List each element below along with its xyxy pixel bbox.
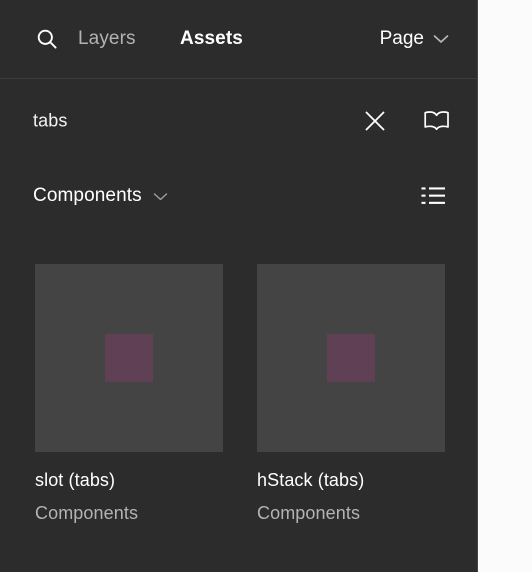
list-view-icon[interactable]	[419, 181, 449, 211]
book-icon[interactable]	[421, 105, 453, 137]
asset-card[interactable]: hStack (tabs) Components	[257, 264, 445, 524]
tab-layers-label: Layers	[78, 28, 136, 49]
chevron-down-icon	[433, 35, 449, 43]
asset-thumbnail[interactable]	[257, 264, 445, 452]
tab-layers[interactable]: Layers	[78, 28, 136, 50]
section-header: Components	[0, 163, 477, 229]
close-icon[interactable]	[359, 105, 391, 137]
section-components-toggle[interactable]: Components	[33, 185, 168, 207]
list-view-icon-glyph	[421, 187, 445, 204]
canvas-area[interactable]	[479, 0, 532, 572]
asset-name: hStack (tabs)	[257, 470, 365, 490]
panel-header: Layers Assets Page	[0, 0, 477, 79]
asset-thumbnail-swatch	[327, 334, 375, 382]
asset-grid: slot (tabs) Components hStack (tabs) Com…	[35, 264, 446, 524]
chevron-down-icon	[153, 192, 167, 200]
search-input[interactable]: tabs	[33, 111, 67, 132]
book-icon-glyph	[424, 111, 449, 131]
close-icon-glyph	[365, 111, 385, 131]
page-selector-label: Page	[379, 28, 424, 49]
asset-name: slot (tabs)	[35, 470, 116, 490]
asset-group: Components	[35, 503, 139, 523]
search-bar[interactable]: tabs	[0, 79, 477, 163]
tab-assets[interactable]: Assets	[180, 28, 243, 50]
app-root: Layers Assets Page tabs Components slot …	[0, 0, 532, 572]
section-title: Components	[33, 185, 142, 206]
page-selector[interactable]: Page	[380, 28, 449, 50]
search-icon-glyph	[37, 29, 57, 49]
search-actions	[359, 105, 453, 137]
asset-group: Components	[257, 503, 361, 523]
asset-card[interactable]: slot (tabs) Components	[35, 264, 223, 524]
asset-thumbnail[interactable]	[35, 264, 223, 452]
search-icon[interactable]	[32, 24, 62, 54]
assets-panel: Layers Assets Page tabs Components slot …	[0, 0, 478, 572]
asset-thumbnail-swatch	[105, 334, 153, 382]
tab-assets-label: Assets	[180, 28, 243, 49]
